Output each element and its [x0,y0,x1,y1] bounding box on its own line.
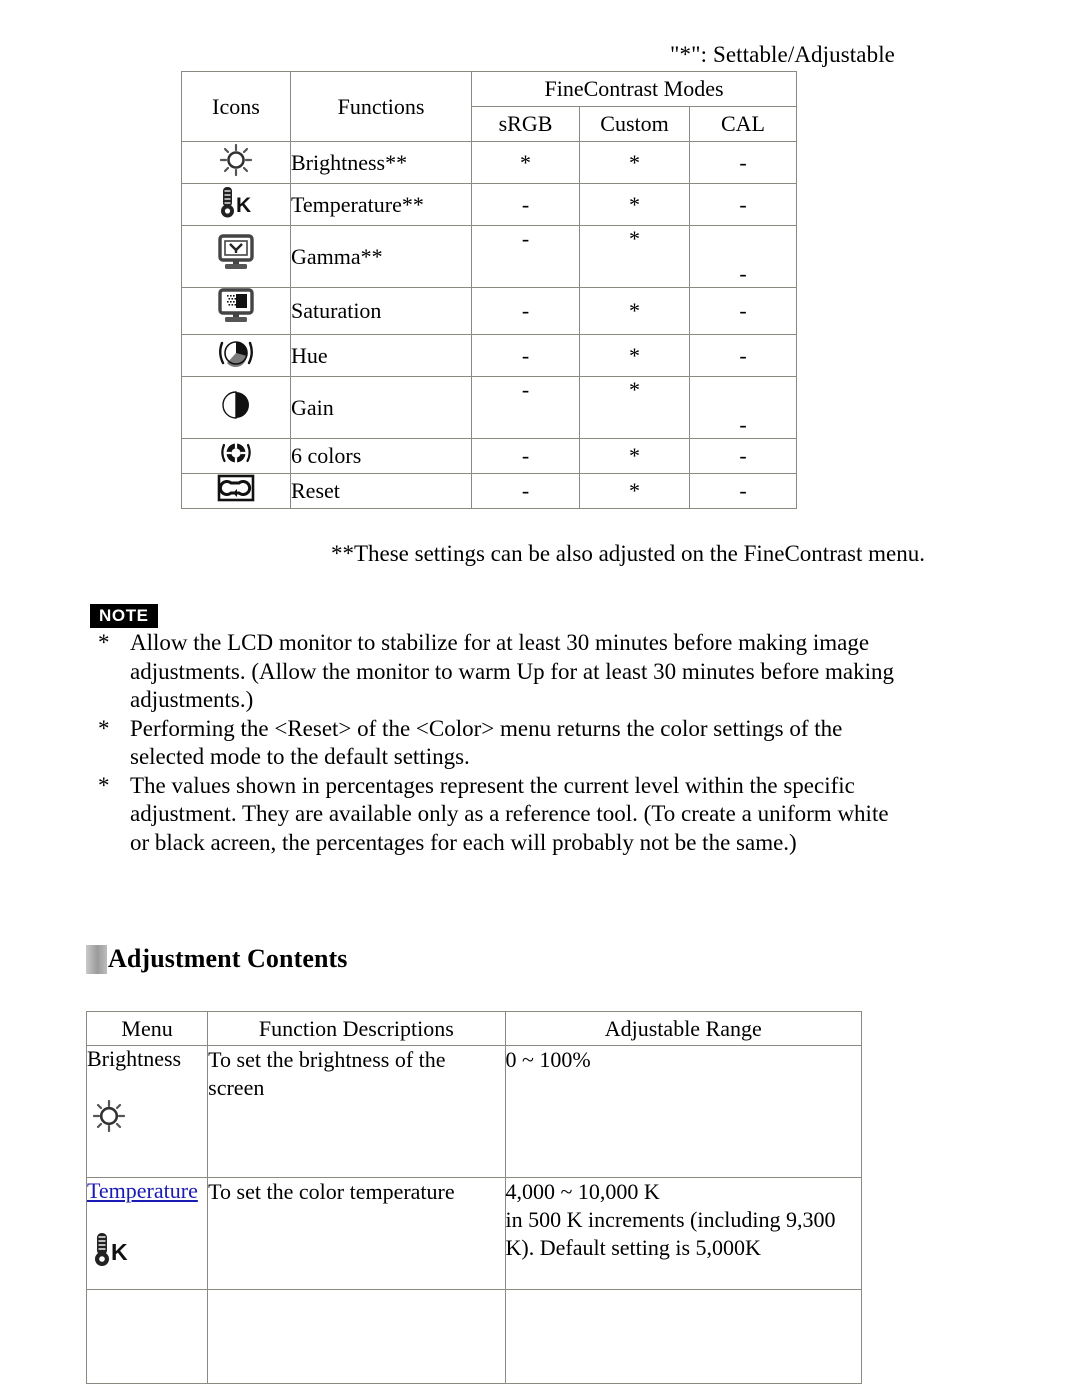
function-label: Gain [290,376,472,439]
note-text: Performing the <Reset> of the <Color> me… [130,715,843,770]
custom-value: * [579,376,690,439]
range-cell: 4,000 ~ 10,000 K in 500 K increments (in… [504,1177,863,1290]
cal-value: - [688,225,798,288]
reset-loop-icon [181,473,291,509]
list-item: * Allow the LCD monitor to stabilize for… [94,629,894,715]
custom-value: * [579,473,690,509]
cal-value: - [688,438,798,474]
heading-marker-icon [86,944,107,974]
function-label: Gamma** [290,225,472,288]
range-cell-empty [504,1289,863,1384]
srgb-value: - [471,225,580,288]
column-header-srgb: sRGB [471,106,580,142]
custom-value: * [579,334,690,377]
function-label: Hue [290,334,472,377]
column-header-menu: Menu [85,1011,209,1046]
menu-label: Brightness [87,1046,182,1071]
bullet-asterisk: * [98,630,110,655]
function-label: Saturation [290,287,472,335]
finecontrast-modes-table: Icons Functions FineContrast Modes sRGB … [181,71,798,509]
menu-cell-empty [85,1289,209,1384]
srgb-value: * [471,141,580,184]
hue-wheel-icon [181,334,291,377]
finecontrast-footnote: **These settings can be also adjusted on… [330,541,925,566]
monitor-saturation-icon [181,287,291,335]
column-header-adjustable-range: Adjustable Range [504,1011,863,1046]
sun-icon [89,1098,129,1134]
srgb-value: - [471,287,580,335]
note-text: Allow the LCD monitor to stabilize for a… [130,630,894,712]
svg-text:K: K [111,1239,128,1265]
table-row: K Temperature** - * - [181,183,798,226]
menu-cell-brightness: Brightness [85,1045,209,1178]
list-item: * The values shown in percentages repres… [94,772,894,858]
function-label: Temperature** [290,183,472,226]
gain-contrast-icon [181,376,291,439]
table-header-row-1: Icons Functions FineContrast Modes [181,71,798,142]
cal-value: - [688,473,798,509]
column-header-icons: Icons [181,71,291,142]
srgb-value: - [471,334,580,377]
thermometer-k-icon: K [89,1230,137,1268]
page-title: Adjustment Contents [108,944,348,973]
column-header-cal: CAL [688,106,798,142]
monitor-gamma-icon [181,225,291,288]
table-row: 6 colors - * - [181,438,798,474]
description-cell: To set the brightness of the screen [207,1045,506,1178]
column-header-function-descriptions: Function Descriptions [207,1011,506,1046]
note-badge: NOTE [90,604,158,628]
sun-icon [181,141,291,184]
function-label: Reset [290,473,472,509]
cal-value: - [688,334,798,377]
six-colors-icon [181,438,291,474]
cal-value: - [688,376,798,439]
custom-value: * [579,287,690,335]
function-label: Brightness** [290,141,472,184]
note-list: * Allow the LCD monitor to stabilize for… [94,629,894,857]
svg-text:K: K [236,194,251,217]
table-row-empty [85,1289,863,1384]
description-cell-empty [207,1289,506,1384]
note-text: The values shown in percentages represen… [130,772,889,855]
table-row: Gamma** - * - [181,225,798,288]
function-label: 6 colors [290,438,472,474]
custom-value: * [579,183,690,226]
column-header-functions: Functions [290,71,472,142]
description-cell: To set the color temperature [207,1177,506,1290]
table-row: Gain - * - [181,376,798,439]
table-row: Reset - * - [181,473,798,509]
table-row: Saturation - * - [181,287,798,335]
custom-value: * [579,141,690,184]
settable-adjustable-caption: "*": Settable/Adjustable [670,42,895,67]
custom-value: * [579,438,690,474]
range-cell: 0 ~ 100% [504,1045,863,1178]
table-row: Brightness** * * - [181,141,798,184]
srgb-value: - [471,183,580,226]
adjustment-contents-table: Menu Function Descriptions Adjustable Ra… [85,1011,863,1384]
cal-value: - [688,141,798,184]
bullet-asterisk: * [98,715,110,741]
column-header-custom: Custom [579,106,690,142]
section-heading: Adjustment Contents [86,944,348,974]
table-header-row: Menu Function Descriptions Adjustable Ra… [85,1011,863,1046]
srgb-value: - [471,438,580,474]
bullet-asterisk: * [98,772,110,798]
cal-value: - [688,287,798,335]
thermometer-k-icon: K [181,183,291,226]
table-row: Brightness To set the brightness of the … [85,1045,863,1178]
column-header-finecontrast-modes: FineContrast Modes [470,71,798,107]
cal-value: - [688,183,798,226]
table-row: Hue - * - [181,334,798,377]
custom-value: * [579,225,690,288]
srgb-value: - [471,376,580,439]
menu-link-temperature[interactable]: Temperature [87,1178,198,1203]
srgb-value: - [471,473,580,509]
list-item: * Performing the <Reset> of the <Color> … [94,715,894,772]
menu-cell-temperature: Temperature K [85,1177,209,1290]
table-row: Temperature K To set the color temperatu… [85,1177,863,1290]
